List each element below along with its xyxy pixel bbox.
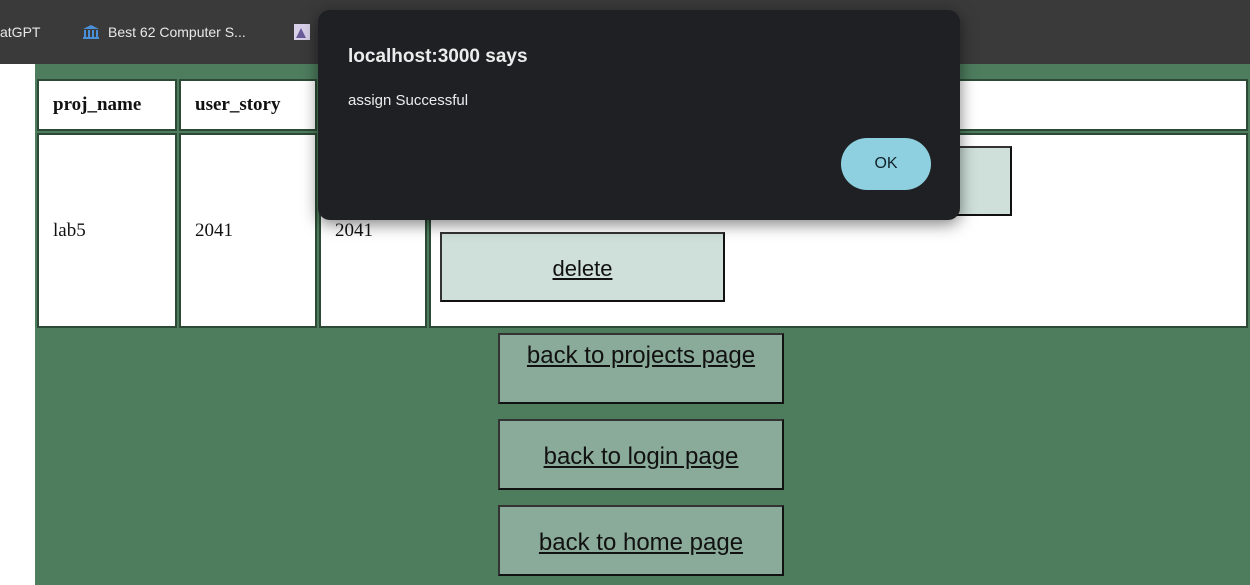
bank-icon — [82, 24, 100, 40]
cell-user-story: 2041 — [179, 133, 317, 328]
ok-button[interactable]: OK — [841, 138, 931, 190]
header-user-story: user_story — [179, 79, 317, 131]
bookmark-best-computer-science[interactable]: Best 62 Computer S... — [82, 24, 246, 40]
bookmark-label: atGPT — [0, 24, 41, 40]
delete-button[interactable]: delete — [440, 232, 725, 302]
image-icon — [294, 24, 310, 40]
alert-dialog: localhost:3000 says assign Successful OK — [318, 10, 960, 220]
bookmark-label: Best 62 Computer S... — [108, 24, 246, 40]
cell-proj-name: lab5 — [37, 133, 177, 328]
header-proj-name: proj_name — [37, 79, 177, 131]
back-to-projects-button[interactable]: back to projects page — [498, 333, 784, 404]
bookmark-image[interactable] — [294, 24, 310, 40]
dialog-message: assign Successful — [348, 92, 469, 109]
dialog-title: localhost:3000 says — [348, 46, 528, 67]
back-to-home-button[interactable]: back to home page — [498, 505, 784, 576]
back-to-login-button[interactable]: back to login page — [498, 419, 784, 490]
bookmark-chatgpt[interactable]: atGPT — [0, 24, 40, 40]
